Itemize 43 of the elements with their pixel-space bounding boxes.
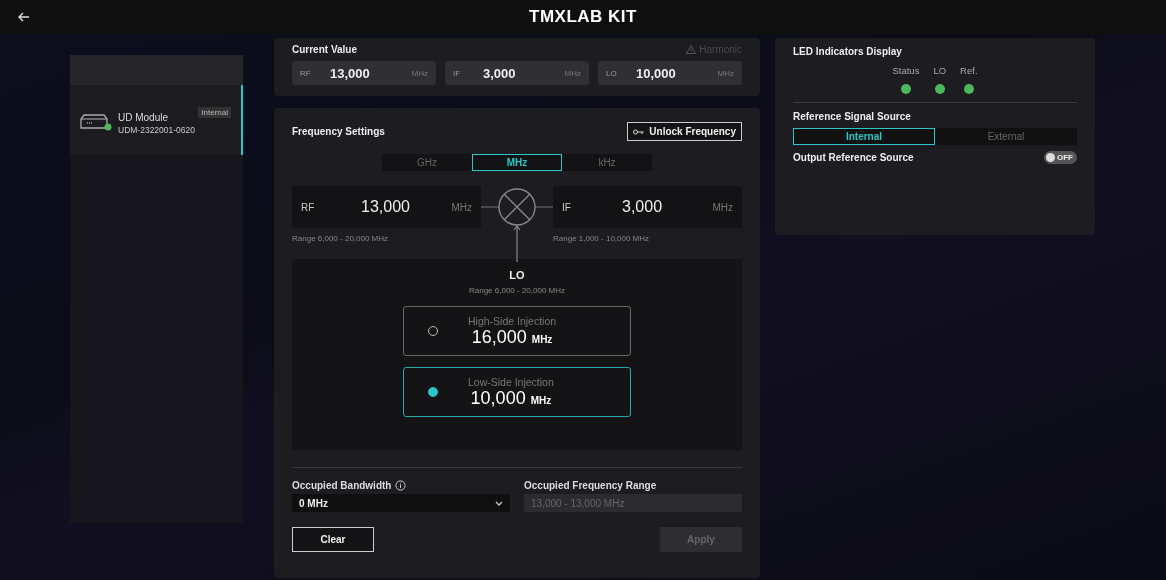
option-value: 16,000 MHz <box>471 326 553 348</box>
option-label: Low-Side Injection <box>468 375 554 388</box>
lo-title: LO <box>509 269 525 281</box>
option-label: High-Side Injection <box>468 314 557 327</box>
key-icon <box>633 128 646 135</box>
section-title: Reference Signal Source <box>793 111 912 122</box>
section-title: LED Indicators Display <box>793 46 903 57</box>
radio-button[interactable] <box>428 387 438 397</box>
app-title: TMXLAB KIT <box>529 7 637 27</box>
device-item[interactable]: UD Module UDM-2322001-0620 Internal <box>70 85 243 155</box>
reference-option[interactable]: Internal <box>793 128 935 145</box>
chevron-down-icon <box>495 500 503 506</box>
section-title: Current Value <box>292 44 358 55</box>
injection-option[interactable]: High-Side Injection 16,000 MHz <box>403 306 631 356</box>
range-hint: Range 6,000 - 20,000 MHz <box>468 286 566 295</box>
bandwidth-dropdown[interactable]: 0 MHz <box>292 494 510 512</box>
option-value: 10,000 MHz <box>470 387 552 409</box>
led-label: Status <box>892 65 920 76</box>
info-icon[interactable] <box>395 480 407 491</box>
led-label: LO <box>933 65 947 76</box>
frequency-range-field: 13,000 - 13,000 MHz <box>524 494 742 512</box>
device-tag: Internal <box>198 107 231 118</box>
field-label: Occupied Frequency Range <box>524 480 658 491</box>
range-hint: Range 6,000 - 20,000 MHz <box>292 234 390 243</box>
setting-label: Output Reference Source <box>793 152 914 163</box>
toggle-switch[interactable]: OFF <box>1044 151 1077 164</box>
warning-icon <box>686 45 697 54</box>
action-button[interactable]: Clear <box>292 527 374 552</box>
field-label: Occupied Bandwidth <box>292 480 392 491</box>
led-label: Ref. <box>960 65 978 76</box>
injection-option[interactable]: Low-Side Injection 10,000 MHz <box>403 367 631 417</box>
unlock-frequency-button[interactable]: Unlock Frequency <box>627 122 742 141</box>
rf-input-field[interactable]: RF 13,000 MHz <box>292 186 481 228</box>
value-display: LO 10,000 MHz <box>598 61 742 85</box>
device-serial: UDM-2322001-0620 <box>118 124 196 135</box>
if-input-field[interactable]: IF 3,000 MHz <box>553 186 742 228</box>
value-display: IF 3,000 MHz <box>445 61 589 85</box>
section-title: Frequency Settings <box>292 126 385 137</box>
back-icon[interactable] <box>18 12 30 22</box>
unit-tab[interactable]: MHz <box>472 154 562 171</box>
range-hint: Range 1,000 - 10,000 MHz <box>553 234 651 243</box>
value-display: RF 13,000 MHz <box>292 61 436 85</box>
device-name: UD Module <box>118 111 170 123</box>
